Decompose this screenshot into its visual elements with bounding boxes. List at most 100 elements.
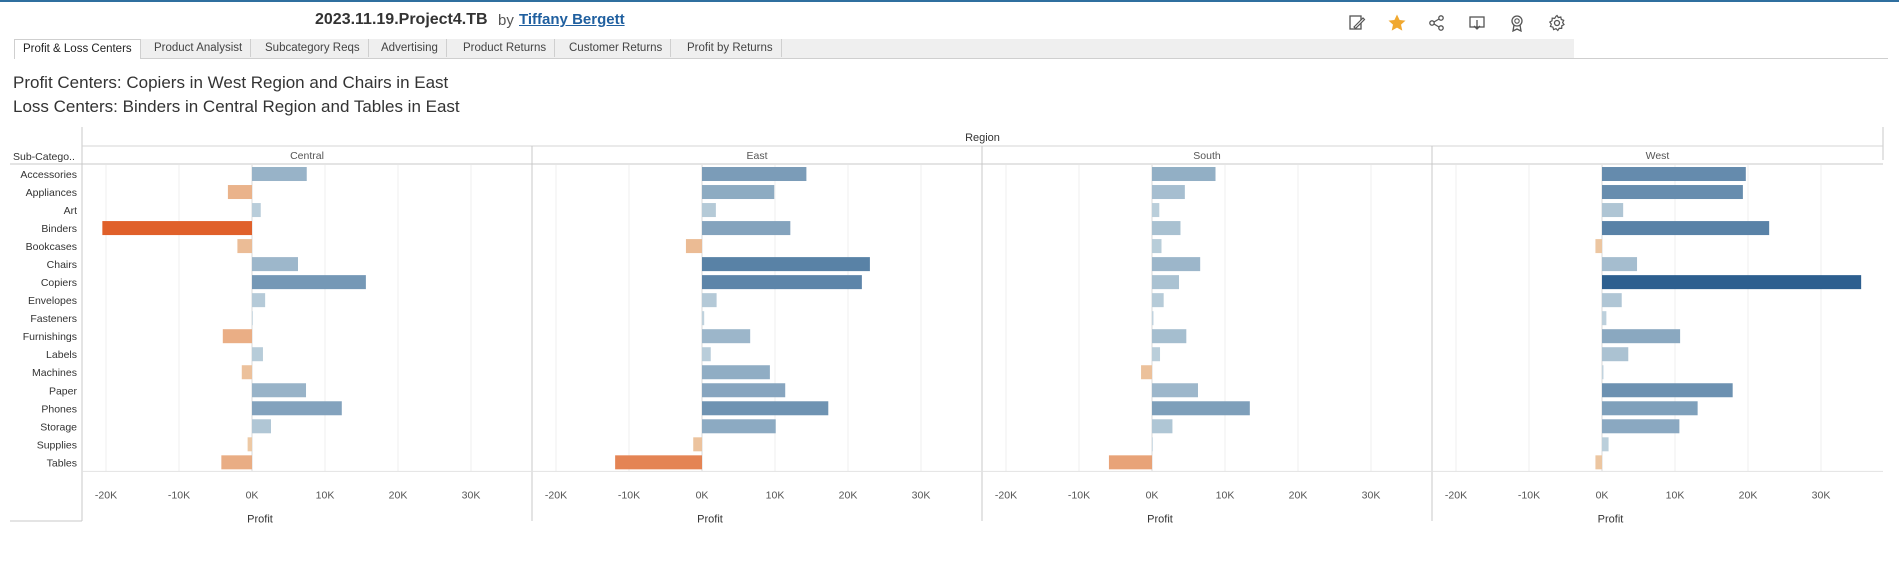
- bar-south-copiers: [1152, 275, 1180, 290]
- bar-south-supplies: [1152, 437, 1153, 452]
- bar-central-supplies: [247, 437, 252, 452]
- x-axis-title: Profit: [247, 513, 273, 525]
- category-label: Chairs: [47, 259, 77, 271]
- row-header-subcategory: Sub-Catego..: [13, 151, 75, 163]
- x-tick-label: 10K: [1216, 489, 1235, 501]
- x-tick-label: 30K: [462, 489, 481, 501]
- x-tick-label: -10K: [618, 489, 640, 501]
- x-tick-label: -20K: [545, 489, 567, 501]
- x-tick-label: 30K: [912, 489, 931, 501]
- bar-central-machines: [241, 365, 252, 380]
- bar-central-tables: [221, 455, 252, 470]
- bar-south-chairs: [1152, 257, 1201, 272]
- x-tick-label: 20K: [839, 489, 858, 501]
- bar-central-envelopes: [252, 293, 266, 308]
- bar-west-appliances: [1602, 185, 1743, 200]
- x-tick-label: 30K: [1812, 489, 1831, 501]
- x-tick-label: -10K: [168, 489, 190, 501]
- bar-central-accessories: [252, 167, 307, 182]
- category-label: Copiers: [41, 277, 77, 289]
- bar-central-fasteners: [252, 311, 253, 326]
- bar-west-binders: [1602, 221, 1770, 236]
- bar-west-copiers: [1602, 275, 1862, 290]
- bar-central-appliances: [227, 185, 252, 200]
- bar-east-bookcases: [685, 239, 702, 254]
- bar-east-supplies: [693, 437, 702, 452]
- profit-by-region-chart: Region Sub-Catego.. Accessories Appliances A…: [10, 127, 1884, 525]
- bar-central-furnishings: [222, 329, 252, 344]
- bar-east-furnishings: [702, 329, 751, 344]
- x-tick-label: 20K: [389, 489, 408, 501]
- bar-central-phones: [252, 401, 342, 416]
- bar-south-bookcases: [1152, 239, 1162, 254]
- bar-east-copiers: [702, 275, 862, 290]
- bar-west-supplies: [1602, 437, 1609, 452]
- x-axis-title: Profit: [1598, 513, 1624, 525]
- region-header-west: West: [1646, 150, 1670, 162]
- bar-south-accessories: [1152, 167, 1216, 182]
- column-header-region: Region: [965, 132, 1000, 144]
- x-tick-label: 0K: [246, 489, 259, 501]
- bar-east-storage: [702, 419, 776, 434]
- bar-west-machines: [1602, 365, 1604, 380]
- bar-west-art: [1602, 203, 1624, 218]
- bar-east-labels: [702, 347, 711, 362]
- category-label: Accessories: [20, 169, 77, 181]
- bar-south-appliances: [1152, 185, 1185, 200]
- bar-south-furnishings: [1152, 329, 1187, 344]
- x-tick-label: 0K: [696, 489, 709, 501]
- category-label: Labels: [46, 349, 77, 361]
- bar-south-tables: [1108, 455, 1152, 470]
- x-tick-label: -20K: [995, 489, 1017, 501]
- x-tick-label: 20K: [1289, 489, 1308, 501]
- bar-east-accessories: [702, 167, 807, 182]
- x-tick-label: -10K: [1068, 489, 1090, 501]
- bar-south-fasteners: [1152, 311, 1154, 326]
- region-header-central: Central: [290, 150, 324, 162]
- x-tick-label: -20K: [1445, 489, 1467, 501]
- region-header-east: East: [746, 150, 767, 162]
- category-label: Bookcases: [26, 241, 77, 253]
- x-tick-label: 10K: [316, 489, 335, 501]
- bar-west-labels: [1602, 347, 1629, 362]
- x-tick-label: -10K: [1518, 489, 1540, 501]
- x-tick-label: 10K: [766, 489, 785, 501]
- bar-south-labels: [1152, 347, 1161, 362]
- category-label: Machines: [32, 367, 77, 379]
- bar-west-paper: [1602, 383, 1733, 398]
- bar-central-chairs: [252, 257, 298, 272]
- bar-central-storage: [252, 419, 271, 434]
- bar-south-art: [1152, 203, 1160, 218]
- category-label: Fasteners: [30, 313, 77, 325]
- category-label: Furnishings: [23, 331, 77, 343]
- category-label: Paper: [49, 385, 78, 397]
- bar-central-labels: [252, 347, 263, 362]
- region-header-south: South: [1193, 150, 1221, 162]
- x-tick-label: 0K: [1146, 489, 1159, 501]
- bar-south-storage: [1152, 419, 1173, 434]
- bar-east-chairs: [702, 257, 870, 272]
- bar-south-paper: [1152, 383, 1198, 398]
- x-tick-label: -20K: [95, 489, 117, 501]
- category-label: Art: [64, 205, 78, 217]
- category-label: Binders: [41, 223, 77, 235]
- bar-east-art: [702, 203, 716, 218]
- bar-west-tables: [1595, 455, 1602, 470]
- category-label: Tables: [47, 457, 77, 469]
- bar-west-fasteners: [1602, 311, 1607, 326]
- bar-west-phones: [1602, 401, 1698, 416]
- category-label: Appliances: [26, 187, 77, 199]
- bar-central-bookcases: [237, 239, 252, 254]
- bar-central-art: [252, 203, 261, 218]
- bar-central-binders: [102, 221, 252, 236]
- bar-east-paper: [702, 383, 786, 398]
- bar-south-phones: [1152, 401, 1250, 416]
- x-tick-label: 30K: [1362, 489, 1381, 501]
- bar-east-tables: [615, 455, 702, 470]
- bar-east-envelopes: [702, 293, 717, 308]
- bar-east-appliances: [702, 185, 775, 200]
- bar-east-binders: [702, 221, 791, 236]
- bar-west-envelopes: [1602, 293, 1622, 308]
- category-label: Storage: [40, 421, 77, 433]
- x-tick-label: 10K: [1666, 489, 1685, 501]
